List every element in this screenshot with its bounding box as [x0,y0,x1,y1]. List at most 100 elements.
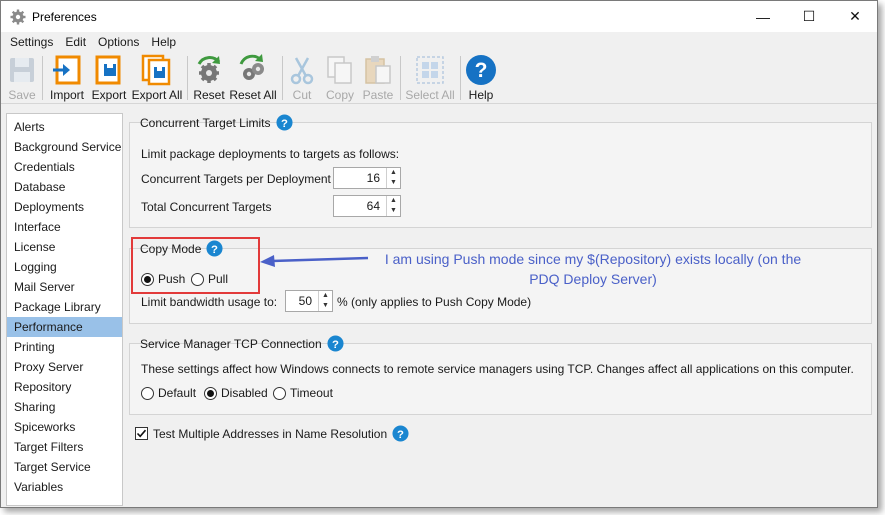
sidebar-item-mail-server[interactable]: Mail Server [7,277,122,297]
sidebar-item-interface[interactable]: Interface [7,217,122,237]
export-button[interactable]: Export [90,53,128,103]
import-button[interactable]: Import [47,53,87,103]
annotation-highlight-box [131,237,260,294]
sidebar-item-credentials[interactable]: Credentials [7,157,122,177]
menu-help[interactable]: Help [145,35,182,49]
menu-options[interactable]: Options [92,35,145,49]
svg-text:?: ? [281,118,288,130]
copy-icon [327,56,352,84]
toolbar-separator [42,56,43,100]
toolbar-separator [460,56,461,100]
total-targets-value[interactable]: 64 [334,196,386,216]
select-all-button[interactable]: Select All [405,53,455,103]
window-title: Preferences [32,9,97,24]
bandwidth-stepper[interactable]: 50 ▲ ▼ [285,290,333,312]
test-multiple-addresses-checkbox[interactable]: Test Multiple Addresses in Name Resoluti… [135,425,409,442]
reset-gear-icon [197,56,221,83]
tcp-connection-group [129,343,872,415]
stepper-up-icon[interactable]: ▲ [387,168,400,178]
gear-icon [10,9,26,24]
annotation-text: I am using Push mode since my $(Reposito… [368,249,818,289]
sidebar-item-license[interactable]: License [7,237,122,257]
scissors-icon [290,57,314,85]
save-button[interactable]: Save [7,53,37,103]
menu-bar: Settings Edit Options Help [1,32,877,52]
cut-button[interactable]: Cut [288,53,316,103]
menu-edit[interactable]: Edit [59,35,92,49]
per-deployment-stepper[interactable]: 16 ▲ ▼ [333,167,401,189]
concurrent-title-label: Concurrent Target Limits [140,115,271,130]
bandwidth-label: Limit bandwidth usage to: [141,295,278,309]
tcp-title-label: Service Manager TCP Connection [140,336,322,351]
tcp-description: These settings affect how Windows connec… [141,362,854,376]
sidebar-item-alerts[interactable]: Alerts [7,117,122,137]
toolbar: Save Import Export Export All Reset Rese… [1,52,877,104]
paste-icon [365,56,391,84]
concurrent-target-limits-title: Concurrent Target Limits ? [140,114,293,131]
tcp-default-label: Default [158,386,197,400]
help-button[interactable]: ? Help [465,53,497,103]
tcp-disabled-radio[interactable]: Disabled [204,386,268,400]
sidebar-item-variables[interactable]: Variables [7,477,122,497]
per-deployment-label: Concurrent Targets per Deployment [141,172,331,186]
tcp-disabled-label: Disabled [221,386,268,400]
help-icon: ? [466,55,496,85]
tcp-timeout-radio[interactable]: Timeout [273,386,333,400]
sidebar-item-deployments[interactable]: Deployments [7,197,122,217]
sidebar-item-package-library[interactable]: Package Library [7,297,122,317]
checkbox-box [135,427,148,440]
svg-text:?: ? [475,59,488,82]
help-icon[interactable]: ? [275,114,293,131]
sidebar-item-target-service[interactable]: Target Service [7,457,122,477]
annotation-line-1: I am using Push mode since my $(Reposito… [384,251,802,267]
total-targets-stepper[interactable]: 64 ▲ ▼ [333,195,401,217]
annotation-line-2: PDQ Deploy Server) [529,271,657,287]
import-icon [53,55,81,85]
sidebar-item-background-service[interactable]: Background Service [7,137,122,157]
help-icon[interactable]: ? [327,335,344,352]
reset-button[interactable]: Reset [192,53,226,103]
stepper-up-icon[interactable]: ▲ [387,196,400,206]
sidebar-item-database[interactable]: Database [7,177,122,197]
close-button[interactable]: ✕ [832,1,877,32]
toolbar-separator [187,56,188,100]
tcp-default-radio[interactable]: Default [141,386,196,400]
stepper-up-icon[interactable]: ▲ [319,291,332,301]
sidebar-item-logging[interactable]: Logging [7,257,122,277]
annotation-arrow-icon [260,255,369,267]
export-all-button[interactable]: Export All [131,53,183,103]
title-bar: Preferences — ☐ ✕ [1,1,877,32]
save-icon [10,58,34,82]
select-all-icon [416,56,444,84]
bandwidth-value[interactable]: 50 [286,291,318,311]
stepper-down-icon[interactable]: ▼ [387,178,400,188]
radio-icon [141,386,154,400]
maximize-button[interactable]: ☐ [786,1,832,32]
sidebar-item-sharing[interactable]: Sharing [7,397,122,417]
total-targets-label: Total Concurrent Targets [141,200,272,214]
sidebar-item-performance[interactable]: Performance [7,317,122,337]
copy-button[interactable]: Copy [324,53,356,103]
help-icon[interactable]: ? [392,425,409,442]
export-all-icon [141,54,171,86]
stepper-down-icon[interactable]: ▼ [319,301,332,311]
reset-all-button[interactable]: Reset All [229,53,277,103]
svg-text:?: ? [332,339,339,351]
reset-all-gear-icon [239,54,264,80]
test-multiple-label: Test Multiple Addresses in Name Resoluti… [153,426,388,441]
svg-text:?: ? [397,429,404,441]
checkmark-icon [136,429,147,438]
per-deployment-value[interactable]: 16 [334,168,386,188]
sidebar-item-proxy-server[interactable]: Proxy Server [7,357,122,377]
sidebar-item-repository[interactable]: Repository [7,377,122,397]
paste-button[interactable]: Paste [361,53,395,103]
sidebar-item-spiceworks[interactable]: Spiceworks [7,417,122,437]
minimize-button[interactable]: — [740,1,786,32]
stepper-down-icon[interactable]: ▼ [387,206,400,216]
radio-icon [273,386,286,400]
concurrent-description: Limit package deployments to targets as … [141,147,400,161]
menu-settings[interactable]: Settings [4,35,59,49]
sidebar-item-target-filters[interactable]: Target Filters [7,437,122,457]
sidebar-item-printing[interactable]: Printing [7,337,122,357]
toolbar-separator [400,56,401,100]
